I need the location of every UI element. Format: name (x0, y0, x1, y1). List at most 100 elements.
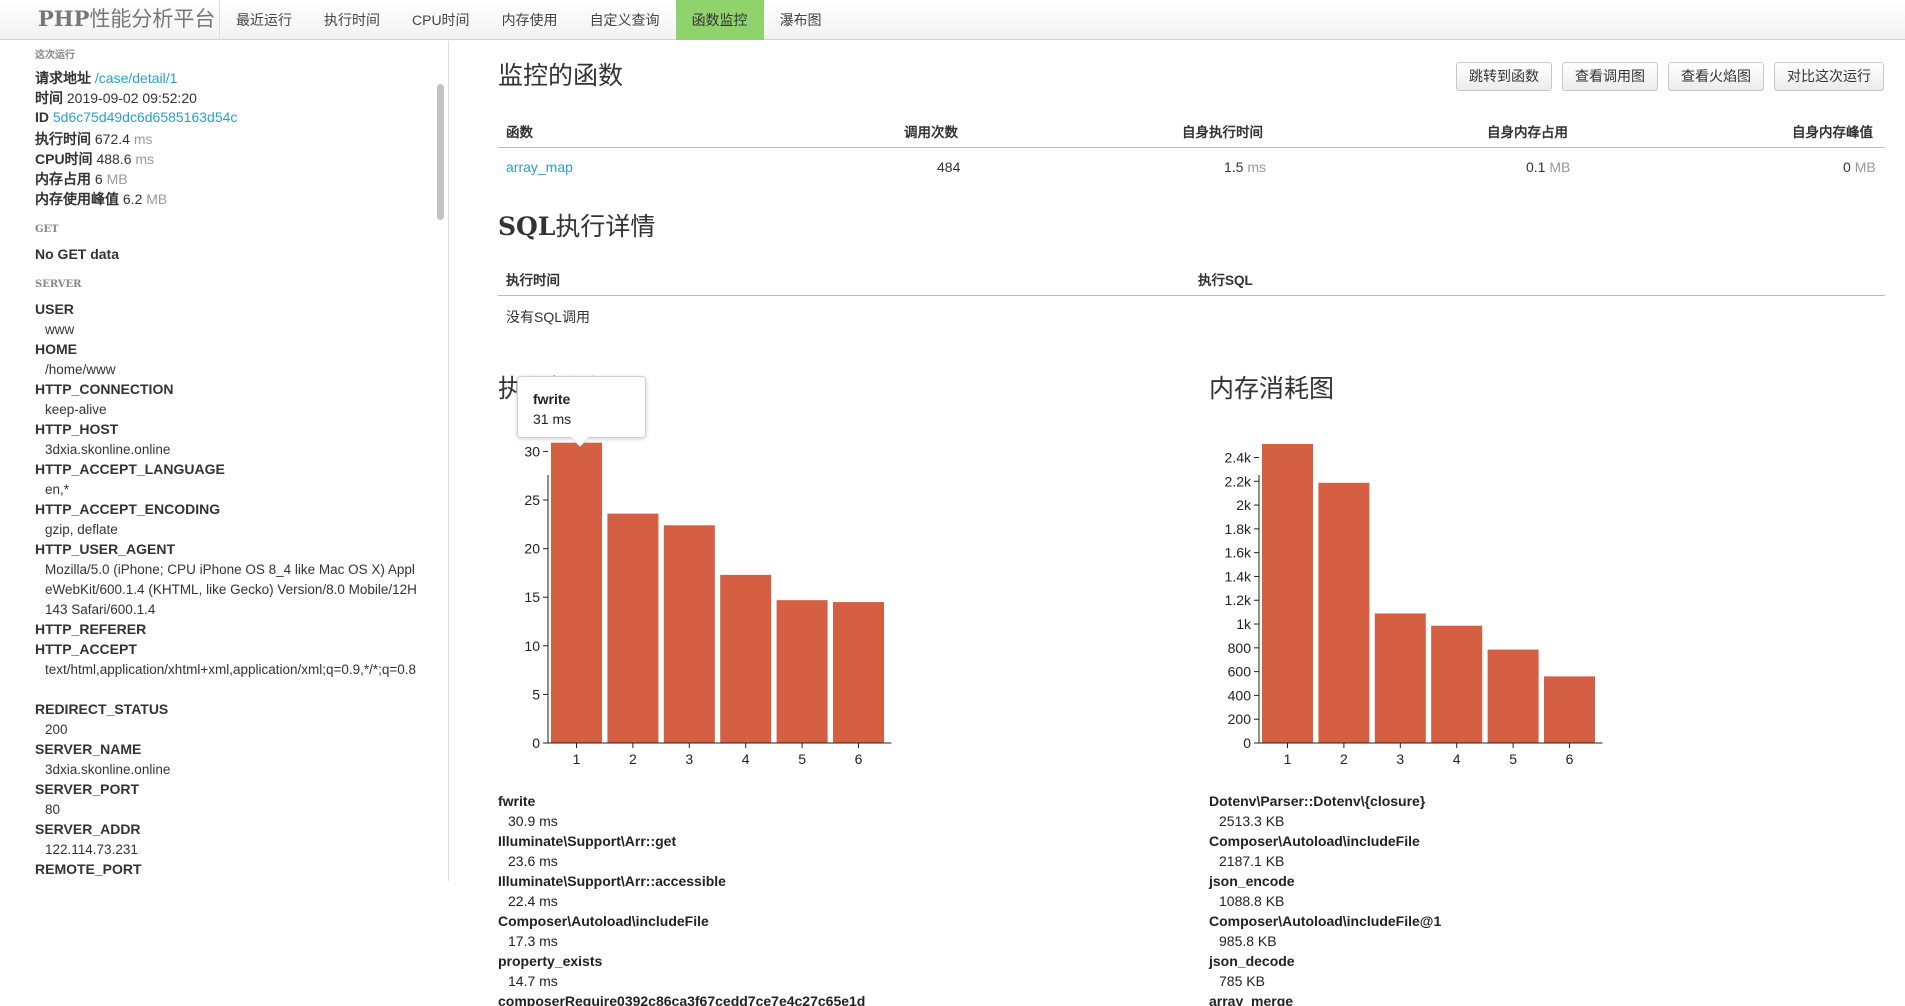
server-value: gzip, deflate (45, 522, 118, 537)
top-navbar: PHP性能分析平台 最近运行 执行时间 CPU时间 内存使用 自定义查询 函数监… (0, 0, 1905, 40)
server-heading: SERVER (35, 279, 82, 290)
server-value: 3dxia.skonline.online (45, 762, 171, 777)
bar[interactable] (1487, 649, 1539, 743)
server-key: HTTP_USER_AGENT (35, 541, 176, 557)
sql-title-rest: 执行详情 (555, 213, 656, 241)
id-row: ID 5d6c75d49dc6d6585163d54c (35, 109, 237, 125)
col-header-self-peak[interactable]: 自身内存峰值 (1792, 121, 1873, 141)
nav-item-custom-query[interactable]: 自定义查询 (574, 0, 676, 40)
legend-item-value: 2187.1 KB (1219, 853, 1285, 869)
bar[interactable] (776, 600, 828, 743)
server-key: HTTP_ACCEPT (35, 641, 137, 657)
view-callgraph-button[interactable]: 查看调用图 (1562, 62, 1658, 91)
legend-item-name: json_decode (1209, 953, 1295, 969)
legend-item-value: 17.3 ms (508, 933, 558, 949)
nav-item-exec-time[interactable]: 执行时间 (308, 0, 396, 40)
legend-item-name: Composer\Autoload\includeFile (1209, 833, 1420, 849)
x-tick-label: 2 (1340, 751, 1348, 767)
brand-logo[interactable]: PHP性能分析平台 (38, 0, 215, 40)
y-tick-label: 200 (1228, 711, 1252, 727)
nav-item-memory-usage[interactable]: 内存使用 (486, 0, 574, 40)
self-memory-unit: MB (1549, 159, 1571, 175)
calls-value: 484 (937, 159, 961, 175)
server-key: SERVER_ADDR (35, 821, 141, 837)
self-peak-unit: MB (1854, 159, 1876, 175)
bar[interactable] (1318, 482, 1370, 743)
time-bar-chart[interactable]: 0 5 10 15 20 25 30 1 2 3 4 5 6 (498, 430, 918, 770)
function-link[interactable]: array_map (506, 159, 573, 175)
server-value: keep-alive (45, 402, 107, 417)
request-url-link[interactable]: /case/detail/1 (95, 70, 178, 86)
view-flamegraph-button[interactable]: 查看火焰图 (1668, 62, 1764, 91)
bar[interactable] (607, 513, 659, 743)
bar[interactable] (1431, 625, 1483, 743)
sql-header-divider (498, 295, 1885, 296)
id-link[interactable]: 5d6c75d49dc6d6585163d54c (53, 109, 238, 125)
y-tick-label: 0 (532, 735, 540, 751)
col-header-self-time[interactable]: 自身执行时间 (1182, 121, 1263, 141)
y-tick-label: 1.8k (1225, 521, 1252, 537)
bar[interactable] (720, 574, 772, 743)
col-header-exec-sql[interactable]: 执行SQL (1198, 269, 1253, 289)
monitored-functions-title: 监控的函数 (498, 62, 624, 90)
legend-item-name: array_merge (1209, 993, 1294, 1006)
bar[interactable] (551, 442, 602, 743)
brand-suffix: 性能分析平台 (89, 7, 216, 31)
x-tick-label: 6 (1566, 751, 1574, 767)
compare-run-button[interactable]: 对比这次运行 (1774, 62, 1884, 91)
col-header-self-memory[interactable]: 自身内存占用 (1487, 121, 1568, 141)
x-tick-label: 3 (1396, 751, 1404, 767)
tooltip-name: fwrite (533, 391, 571, 407)
chart-tooltip: fwrite 31 ms (517, 376, 646, 446)
server-value: Mozilla/5.0 (iPhone; CPU iPhone OS 8_4 l… (45, 562, 417, 617)
run-info-sidebar[interactable]: 这次运行 请求地址 /case/detail/1 时间 2019-09-02 0… (0, 41, 449, 881)
server-value: 80 (45, 802, 61, 817)
bar[interactable] (1262, 444, 1313, 743)
y-tick-label: 0 (1243, 735, 1251, 751)
sql-details-title: SQL执行详情 (498, 207, 655, 243)
memory-value: 6 (94, 171, 103, 187)
server-value: 200 (45, 722, 68, 737)
legend-item-name: Dotenv\Parser::Dotenv\{closure} (1209, 793, 1426, 809)
y-tick-label: 20 (524, 541, 540, 557)
legend-item-name: Illuminate\Support\Arr::get (498, 833, 677, 849)
self-time-unit: ms (1247, 159, 1267, 175)
jump-to-function-button[interactable]: 跳转到函数 (1456, 62, 1552, 91)
bar[interactable] (1544, 676, 1595, 743)
sidebar-scrollbar-thumb[interactable] (437, 84, 444, 220)
peak-memory-label: 内存使用峰值 (35, 191, 119, 207)
memory-bar-chart[interactable]: 0 200 400 600 800 1k 1.2k 1.4k 1.6k 1.8k 2k 2.2k 2.4… (1209, 430, 1629, 770)
col-header-function[interactable]: 函数 (506, 121, 533, 141)
get-empty-label: No GET data (35, 246, 120, 262)
memory-unit: MB (106, 171, 128, 187)
bar[interactable] (663, 525, 715, 743)
tooltip-value: 31 ms (533, 411, 572, 427)
server-value: 122.114.73.231 (45, 842, 138, 857)
server-value: en,* (45, 482, 70, 497)
nav-item-function-monitor[interactable]: 函数监控 (675, 0, 764, 40)
self-memory-value: 0.1 MB (1526, 159, 1570, 175)
server-key: HTTP_HOST (35, 421, 119, 437)
y-tick-label: 1.4k (1225, 568, 1252, 584)
cpu-time-unit: ms (135, 151, 155, 167)
server-key: HTTP_ACCEPT_LANGUAGE (35, 461, 225, 477)
legend-item-value: 1088.8 KB (1219, 893, 1285, 909)
exec-time-unit: ms (133, 131, 153, 147)
bar[interactable] (833, 602, 884, 743)
bar[interactable] (1374, 613, 1426, 743)
y-tick-label: 15 (524, 589, 540, 605)
col-header-calls[interactable]: 调用次数 (904, 121, 958, 141)
col-header-exec-time[interactable]: 执行时间 (506, 269, 560, 289)
x-tick-label: 3 (685, 751, 693, 767)
server-value: text/html,application/xhtml+xml,applicat… (45, 662, 417, 677)
server-key: SERVER_NAME (35, 741, 142, 757)
nav-item-recent-runs[interactable]: 最近运行 (220, 0, 308, 40)
y-tick-label: 25 (524, 492, 540, 508)
get-heading: GET (35, 224, 59, 235)
y-tick-label: 400 (1228, 687, 1252, 703)
server-key: REMOTE_PORT (35, 861, 142, 877)
y-tick-label: 1k (1236, 616, 1252, 632)
nav-item-waterfall[interactable]: 瀑布图 (764, 0, 838, 40)
nav-item-cpu-time[interactable]: CPU时间 (396, 0, 486, 40)
peak-memory-unit: MB (146, 191, 168, 207)
